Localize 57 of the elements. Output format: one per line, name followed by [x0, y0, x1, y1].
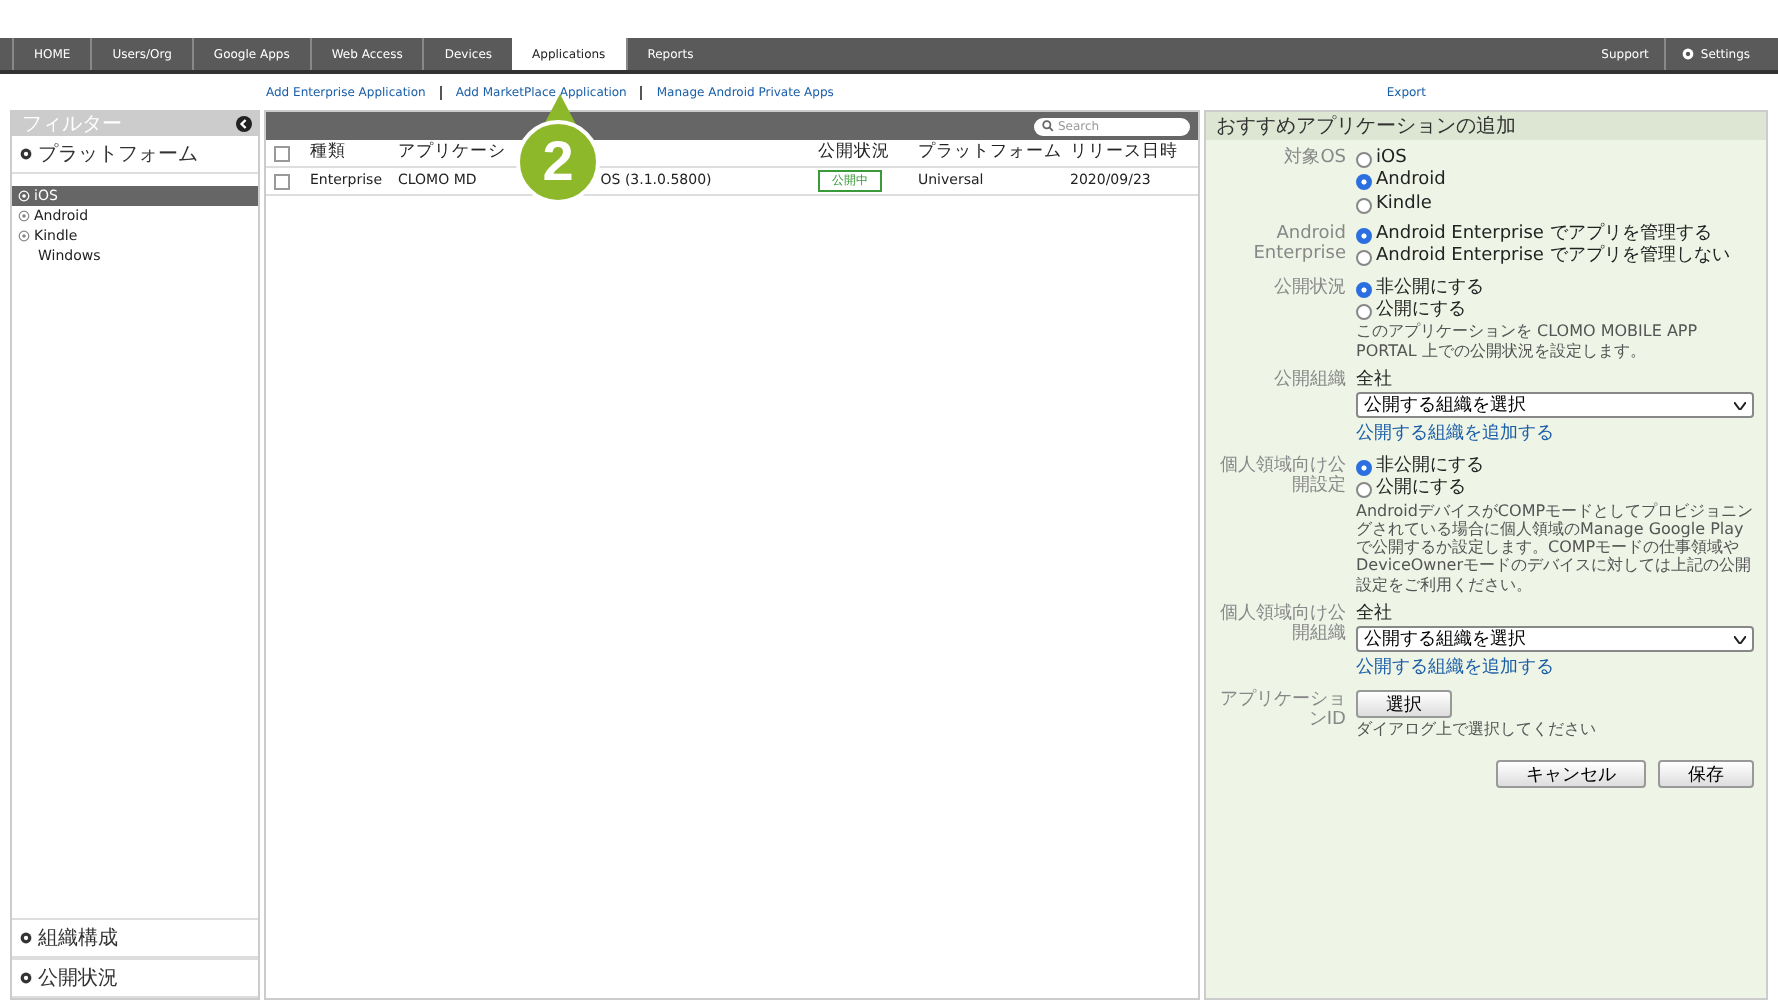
field-label: Android Enterprise	[1251, 224, 1346, 268]
option-label: Android	[1376, 170, 1446, 192]
option-label: Android Enterprise でアプリを管理しない	[1376, 246, 1730, 268]
section-title[interactable]: プラットフォーム	[38, 140, 198, 168]
search-icon	[1042, 120, 1054, 132]
cancel-button[interactable]: キャンセル	[1496, 760, 1646, 789]
option-label: 非公開にする	[1376, 277, 1484, 299]
radio-button[interactable]	[1356, 250, 1372, 267]
radio-button[interactable]	[1356, 482, 1372, 499]
gear-icon	[20, 148, 32, 160]
field-label: 対象OS	[1282, 148, 1346, 172]
gear-icon	[20, 932, 32, 944]
caret-icon	[1734, 635, 1746, 644]
help-text: このアプリケーションを CLOMO MOBILE APP PORTAL 上での公開状況を設定します。	[1356, 322, 1700, 360]
row-checkbox[interactable]	[274, 173, 290, 189]
option-label: 公開にする	[1376, 478, 1466, 500]
callout-badge: 2	[516, 120, 600, 204]
section-title[interactable]: 組織構成	[38, 924, 118, 952]
radio-button[interactable]	[1356, 152, 1372, 168]
panel-title: おすすめアプリケーションの追加	[1216, 113, 1516, 140]
column-header[interactable]: 公開状況	[818, 142, 890, 164]
help-text: AndroidデバイスがCOMPモードとしてプロビジョニングされている場合に個人領域のManage Google Playで公開するか設定します。COMPモードの仕事領域やDeviceOwnerモードのデバイスに対しては上記の公開設定をご利用ください。	[1356, 501, 1754, 594]
column-header[interactable]: プラットフォーム	[918, 142, 1062, 164]
field-label: 公開状況	[1272, 277, 1346, 302]
radio-button[interactable]	[1356, 281, 1372, 298]
option-label: 公開にする	[1376, 300, 1466, 321]
option-label: 非公開にする	[1376, 456, 1484, 477]
column-header[interactable]: リリース日時	[1070, 142, 1178, 164]
add-organization-link[interactable]: 公開する組織を追加する	[1356, 420, 1754, 447]
column-header[interactable]: 種類	[310, 142, 346, 164]
caret-icon	[1734, 401, 1746, 410]
field-label: 公開組織	[1272, 369, 1346, 394]
radio-button[interactable]	[1356, 228, 1372, 245]
select-all-checkbox[interactable]	[274, 145, 290, 161]
select-button[interactable]: 選択	[1356, 690, 1452, 719]
radio-button[interactable]	[1356, 174, 1372, 191]
organization-dropdown[interactable]: 公開する組織を選択	[1356, 392, 1754, 419]
option-label: iOS	[1376, 148, 1407, 169]
radio-button[interactable]	[1356, 460, 1372, 477]
section-title[interactable]: 公開状況	[38, 964, 118, 992]
column-header[interactable]: アプリケーシ	[398, 142, 506, 164]
organization-dropdown[interactable]: 公開する組織を選択	[1356, 626, 1754, 653]
radio-button[interactable]	[1356, 304, 1372, 321]
field-label: アプリケーションID	[1218, 690, 1346, 735]
field-label: 個人領域向け公開設定	[1218, 456, 1346, 501]
collapse-icon[interactable]	[236, 116, 252, 132]
add-organization-link[interactable]: 公開する組織を追加する	[1356, 654, 1754, 681]
gear-icon	[20, 972, 32, 984]
field-value: 全社	[1356, 603, 1394, 625]
help-text: ダイアログ上で選択してください	[1356, 720, 1598, 739]
field-value: 全社	[1356, 369, 1394, 391]
radio-button[interactable]	[1356, 197, 1372, 214]
option-label: Android Enterprise でアプリを管理する	[1376, 224, 1712, 245]
field-label: 個人領域向け公開組織	[1218, 603, 1346, 649]
gear-icon	[1682, 48, 1695, 60]
save-button[interactable]: 保存	[1658, 760, 1754, 789]
option-label: Kindle	[1376, 193, 1432, 215]
